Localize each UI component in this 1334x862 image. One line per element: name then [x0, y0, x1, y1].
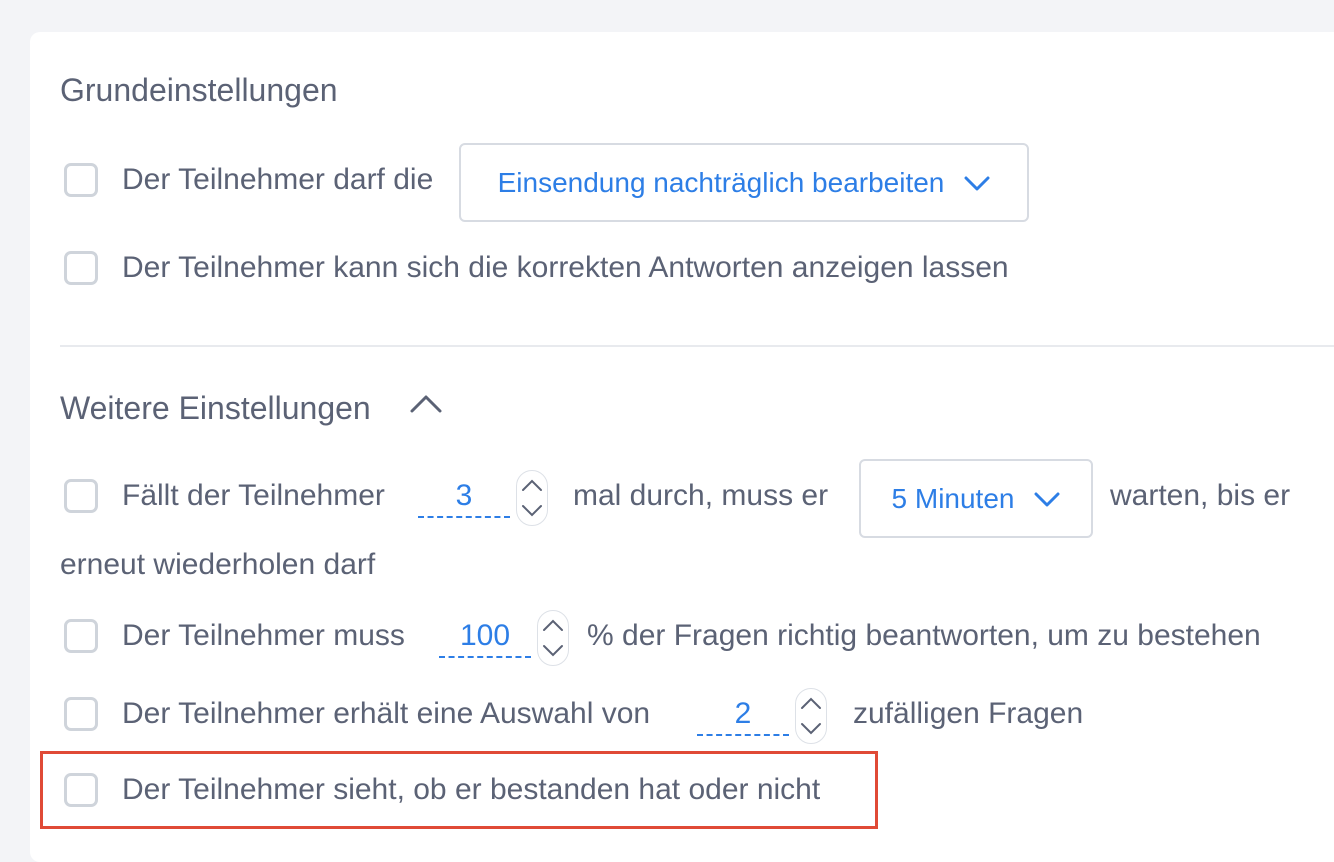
stepper-up-icon — [522, 479, 542, 491]
show-result-label: Der Teilnehmer sieht, ob er bestanden ha… — [122, 773, 821, 806]
fail-middle-label: mal durch, muss er — [573, 479, 829, 512]
fail-line2-label: erneut wiederholen darf — [60, 548, 376, 581]
stepper-down-icon — [522, 505, 542, 517]
show-result-checkbox[interactable] — [64, 773, 98, 807]
section-title-more: Weitere Einstellungen — [60, 390, 371, 426]
chevron-up-icon[interactable] — [409, 392, 443, 419]
fail-suffix-label: warten, bis er — [1110, 479, 1291, 512]
edit-checkbox[interactable] — [64, 163, 98, 197]
fail-prefix-label: Fällt der Teilnehmer — [122, 479, 385, 512]
fail-wait-checkbox[interactable] — [64, 479, 98, 513]
pass-prefix-label: Der Teilnehmer muss — [122, 619, 405, 652]
pass-percent-stepper[interactable] — [537, 610, 569, 666]
stepper-down-icon — [801, 723, 821, 735]
random-prefix-label: Der Teilnehmer erhält eine Auswahl von — [122, 697, 651, 730]
fail-count-stepper[interactable] — [516, 470, 548, 526]
section-title-basic: Grundeinstellungen — [60, 72, 338, 108]
edit-label: Der Teilnehmer darf die — [122, 163, 434, 196]
random-count-stepper[interactable] — [795, 688, 827, 744]
section-divider — [60, 345, 1334, 347]
random-count-input[interactable]: 2 — [697, 694, 789, 736]
show-answers-label: Der Teilnehmer kann sich die korrekten A… — [122, 251, 1009, 284]
stepper-down-icon — [543, 645, 563, 657]
random-suffix-label: zufälligen Fragen — [853, 697, 1084, 730]
stepper-up-icon — [543, 619, 563, 631]
chevron-down-icon — [1034, 483, 1060, 515]
pass-percent-input[interactable]: 100 — [439, 616, 531, 658]
edit-mode-select[interactable]: Einsendung nachträglich bearbeiten — [459, 143, 1029, 222]
pass-suffix-label: % der Fragen richtig beantworten, um zu … — [587, 619, 1261, 652]
show-answers-checkbox[interactable] — [64, 251, 98, 285]
fail-count-input[interactable]: 3 — [418, 476, 510, 518]
wait-time-select-value: 5 Minuten — [891, 482, 1015, 514]
pass-percent-checkbox[interactable] — [64, 619, 98, 653]
chevron-down-icon — [964, 167, 990, 199]
edit-mode-select-value: Einsendung nachträglich bearbeiten — [497, 166, 945, 198]
random-questions-checkbox[interactable] — [64, 697, 98, 731]
wait-time-select[interactable]: 5 Minuten — [859, 459, 1093, 538]
stepper-up-icon — [801, 697, 821, 709]
